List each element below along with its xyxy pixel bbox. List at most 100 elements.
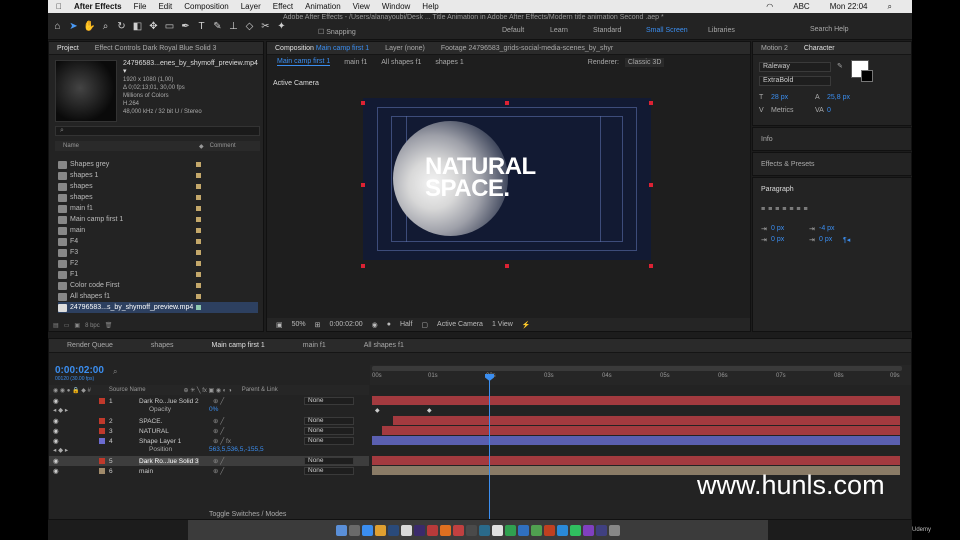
snapping-toggle[interactable]: ☐ Snapping <box>318 28 356 36</box>
handle[interactable] <box>649 264 653 268</box>
effects-presets-label[interactable]: Effects & Presets <box>761 161 815 168</box>
crumb-main-f1[interactable]: main f1 <box>344 59 367 66</box>
col-name[interactable]: Name <box>63 143 79 149</box>
direction-icon[interactable]: ¶◂ <box>843 236 850 244</box>
interpret-icon[interactable]: ▤ <box>53 323 59 329</box>
parent-dropdown[interactable]: None <box>304 397 354 405</box>
apple-icon[interactable]:  <box>56 2 62 11</box>
roto-tool-icon[interactable]: ✂ <box>259 20 272 33</box>
indent-left-value[interactable]: 0 px <box>771 225 784 232</box>
new-folder-icon[interactable]: ▭ <box>64 323 70 329</box>
table-row[interactable]: ◉ 5 Dark Ro...lue Solid 3 ⊕ ╱ None <box>49 456 369 466</box>
clock[interactable]: Mon 22:04 <box>830 2 868 11</box>
list-item[interactable]: shapes 1 <box>58 170 258 181</box>
layer-color[interactable] <box>99 418 105 424</box>
menu-window[interactable]: Window <box>382 2 410 11</box>
layer-name[interactable]: Dark Ro...lue Solid 3 <box>139 457 199 465</box>
bpc-label[interactable]: 8 bpc <box>85 323 100 329</box>
kerning-value[interactable]: Metrics <box>771 107 794 114</box>
indent-first-value[interactable]: 0 px <box>771 236 784 243</box>
list-item[interactable]: main f1 <box>58 203 258 214</box>
new-comp-icon[interactable]: ▣ <box>74 323 80 329</box>
leading-value[interactable]: 25,8 px <box>827 94 850 101</box>
timeline-search-icon[interactable]: ⌕ <box>113 367 117 377</box>
preview-icon[interactable]: ▣ <box>276 321 283 329</box>
hand-tool-icon[interactable]: ✋ <box>83 20 96 33</box>
tab-character[interactable]: Character <box>796 45 843 52</box>
after-effects-icon[interactable] <box>414 524 425 536</box>
launchpad-icon[interactable] <box>349 524 360 536</box>
font-family-dropdown[interactable]: Raleway <box>759 62 831 72</box>
camera-tool-icon[interactable]: ◧ <box>131 20 144 33</box>
crumb-main-camp[interactable]: Main camp first 1 <box>277 58 331 66</box>
illustrator-icon[interactable] <box>440 524 451 536</box>
stamp-tool-icon[interactable]: ⊥ <box>227 20 240 33</box>
menu-app[interactable]: After Effects <box>74 2 122 11</box>
eye-icon[interactable]: ◉ <box>53 457 59 465</box>
info-label[interactable]: Info <box>761 136 773 143</box>
keyframe-nav-icon[interactable]: ◂ ◆ ▸ <box>53 406 68 414</box>
handle[interactable] <box>649 101 653 105</box>
workspace-default[interactable]: Default <box>502 27 524 34</box>
list-item[interactable]: shapes <box>58 181 258 192</box>
layer-switches[interactable]: ⊕ ╱ <box>213 427 224 435</box>
app-icon[interactable] <box>466 524 477 536</box>
rotate-tool-icon[interactable]: ↻ <box>115 20 128 33</box>
trash-dock-icon[interactable] <box>609 524 620 536</box>
workspace-learn[interactable]: Learn <box>550 27 568 34</box>
space-before-value[interactable]: -4 px <box>819 225 835 232</box>
menu-view[interactable]: View <box>353 2 370 11</box>
list-item[interactable]: 24796583...s_by_shymoff_preview.mp4 <box>58 302 258 313</box>
playhead-line[interactable] <box>489 379 490 519</box>
menu-file[interactable]: File <box>134 2 147 11</box>
selection-tool-icon[interactable]: ➤ <box>67 20 80 33</box>
list-item[interactable]: shapes <box>58 192 258 203</box>
tab-layer[interactable]: Layer (none) <box>377 45 433 52</box>
excel-icon[interactable] <box>531 524 542 536</box>
layer-bar-3[interactable] <box>382 426 900 435</box>
layer-bar-5[interactable] <box>372 456 900 465</box>
layer-name[interactable]: Dark Ro...lue Solid 2 <box>139 398 199 405</box>
layer-color[interactable] <box>99 458 105 464</box>
menu-edit[interactable]: Edit <box>158 2 172 11</box>
roi-icon[interactable]: ▢ <box>421 321 428 329</box>
workspace-standard[interactable]: Standard <box>593 27 621 34</box>
camera-dropdown[interactable]: Active Camera <box>437 321 483 328</box>
layer-color[interactable] <box>99 398 105 404</box>
eye-icon[interactable]: ◉ <box>53 397 59 405</box>
app-icon[interactable] <box>427 524 438 536</box>
tab-footage[interactable]: Footage 24796583_grids-social-media-scen… <box>433 45 621 52</box>
layer-name[interactable]: Shape Layer 1 <box>139 438 181 445</box>
handle[interactable] <box>361 183 365 187</box>
search-help-input[interactable]: Search Help <box>798 26 908 37</box>
views-dropdown[interactable]: 1 View <box>492 321 513 328</box>
photoshop-icon[interactable] <box>388 524 399 536</box>
type-tool-icon[interactable]: T <box>195 20 208 33</box>
handle[interactable] <box>505 101 509 105</box>
app-icon[interactable] <box>492 524 503 536</box>
snapshot-icon[interactable]: ◉ <box>372 321 378 329</box>
handle[interactable] <box>361 264 365 268</box>
layer-name[interactable]: SPACE. <box>139 418 162 425</box>
workspace-small-screen[interactable]: Small Screen <box>646 27 688 34</box>
tab-main-camp[interactable]: Main camp first 1 <box>204 342 273 349</box>
input-source[interactable]: ABC <box>793 2 809 11</box>
pan-tool-icon[interactable]: ✥ <box>147 20 160 33</box>
app-icon[interactable] <box>401 524 412 536</box>
list-item[interactable]: Main camp first 1 <box>58 214 258 225</box>
menu-effect[interactable]: Effect <box>273 2 293 11</box>
list-item[interactable]: All shapes f1 <box>58 291 258 302</box>
parent-dropdown[interactable]: None <box>304 437 354 445</box>
workspace-libraries[interactable]: Libraries <box>708 27 735 34</box>
list-item[interactable]: F1 <box>58 269 258 280</box>
menu-layer[interactable]: Layer <box>241 2 261 11</box>
parent-dropdown[interactable]: None <box>304 467 354 475</box>
layer-switches[interactable]: ⊕ ╱ fx <box>213 437 231 445</box>
opacity-value[interactable]: 0% <box>209 406 218 413</box>
trash-icon[interactable]: 🗑 <box>105 323 113 329</box>
layer-name[interactable]: NATURAL <box>139 428 169 435</box>
list-item[interactable]: F4 <box>58 236 258 247</box>
eye-icon[interactable]: ◉ <box>53 467 59 475</box>
menu-animation[interactable]: Animation <box>305 2 341 11</box>
whatsapp-icon[interactable] <box>570 524 581 536</box>
